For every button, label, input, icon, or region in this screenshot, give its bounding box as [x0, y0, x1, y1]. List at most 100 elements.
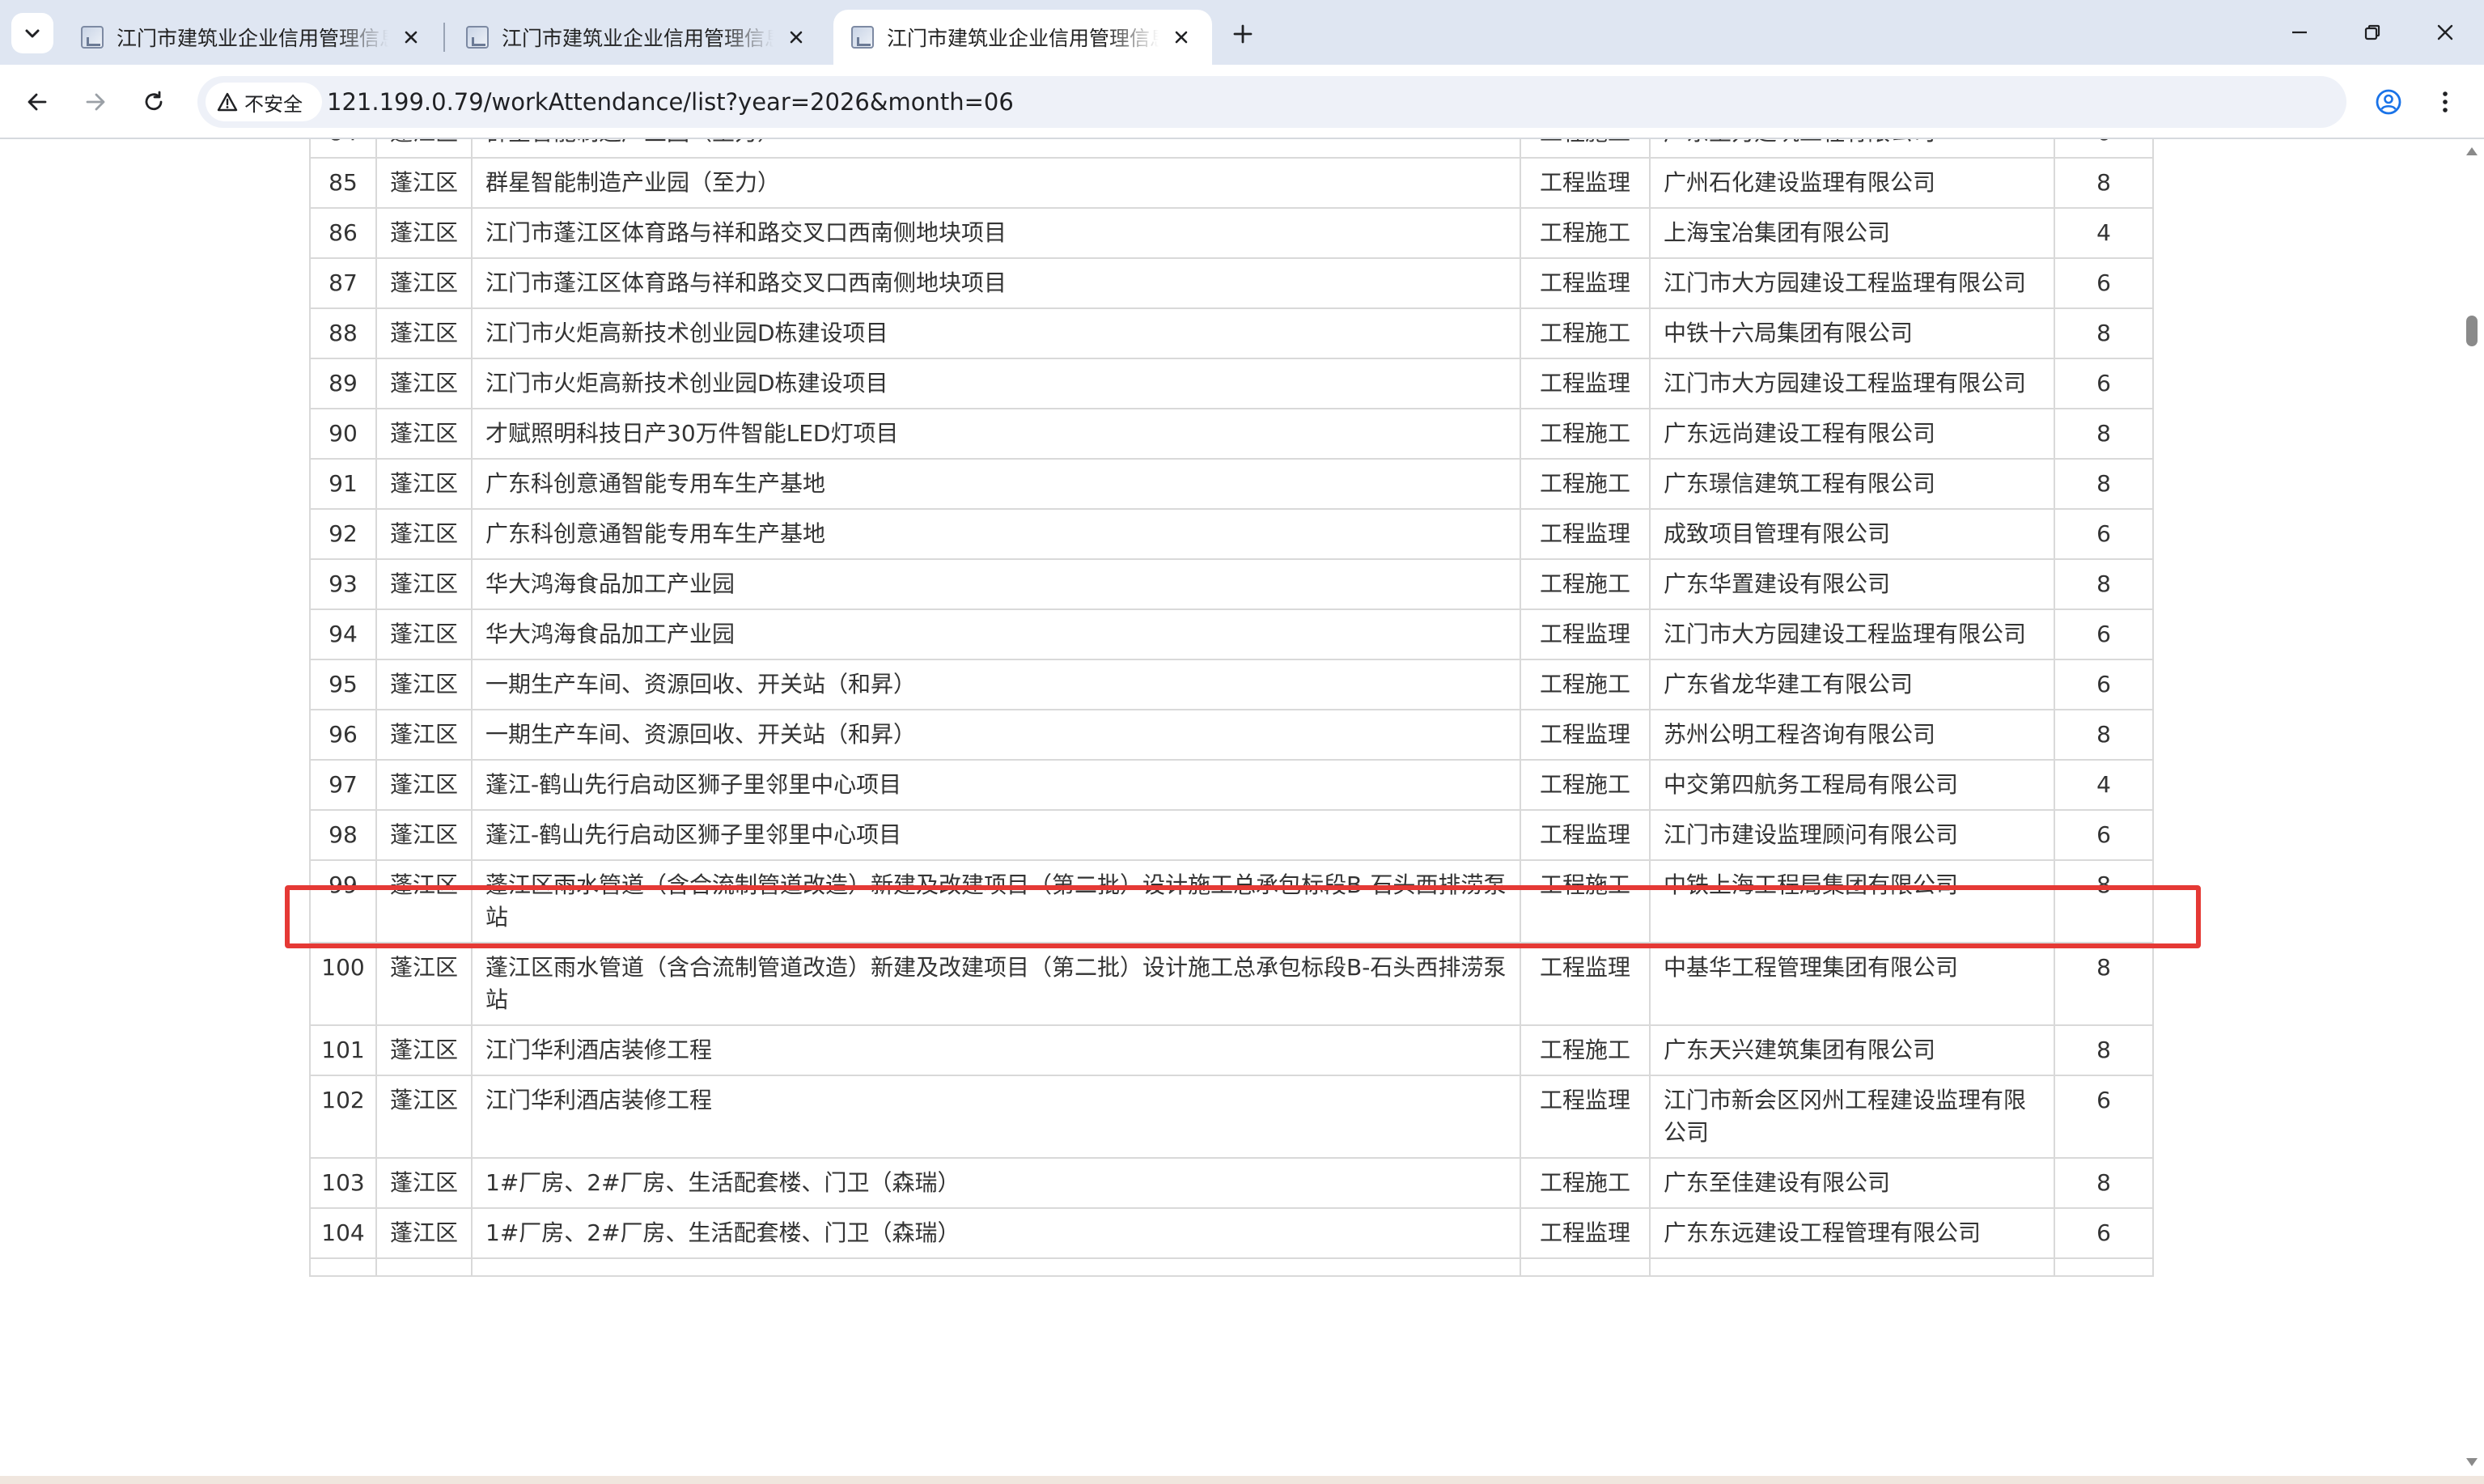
scroll-down-arrow-icon[interactable] [2465, 1455, 2479, 1469]
table-row: 98 蓬江区 蓬江-鹤山先行启动区狮子里邻里中心项目 工程监理 江门市建设监理顾问有限公… [309, 809, 2154, 861]
row-index: 102 [309, 1075, 377, 1159]
company-name-cell: 广东远尚建设工程有限公司 [1649, 408, 2055, 460]
close-tab-icon[interactable] [1168, 24, 1194, 50]
close-tab-icon[interactable] [398, 24, 424, 50]
row-index: 88 [309, 307, 377, 359]
row-index: 91 [309, 458, 377, 510]
work-type-cell: 工程监理 [1520, 942, 1651, 1026]
district-cell: 蓬江区 [375, 157, 473, 209]
minimize-button[interactable] [2280, 15, 2319, 50]
work-type-cell: 工程施工 [1520, 759, 1651, 811]
profile-button[interactable] [2369, 83, 2408, 121]
menu-button[interactable] [2426, 83, 2465, 121]
warning-icon [217, 92, 238, 112]
tab-separator [443, 23, 445, 52]
security-indicator[interactable]: 不安全 [206, 83, 322, 121]
attendance-count-cell: 8 [2054, 709, 2154, 761]
attendance-count-cell: 8 [2054, 157, 2154, 209]
project-name-cell: 群星智能制造产业园（至力） [471, 139, 1521, 159]
tab-strip: 江门市建筑业企业信用管理信息 江门市建筑业企业信用管理信息 江门市建筑业企业信用… [0, 0, 2484, 65]
row-index: 97 [309, 759, 377, 811]
table-row: 95 蓬江区 一期生产车间、资源回收、开关站（和昇） 工程施工 广东省龙华建工有限公司 6 [309, 659, 2154, 710]
district-cell: 蓬江区 [375, 709, 473, 761]
project-name-cell: 广东科创意通智能专用车生产基地 [471, 458, 1521, 510]
row-index: 98 [309, 809, 377, 861]
work-type-cell: 工程施工 [1520, 1157, 1651, 1209]
project-name-cell: 蓬江-鹤山先行启动区狮子里邻里中心项目 [471, 759, 1521, 811]
close-tab-icon[interactable] [783, 24, 809, 50]
project-name-cell: 一期生产车间、资源回收、开关站（和昇） [471, 709, 1521, 761]
company-name-cell: 中基华工程管理集团有限公司 [1649, 942, 2055, 1026]
row-index: 104 [309, 1207, 377, 1259]
url-text[interactable]: 121.199.0.79/workAttendance/list?year=20… [327, 76, 1014, 128]
attendance-count-cell: 6 [2054, 1075, 2154, 1159]
reload-icon [145, 91, 163, 111]
work-type-cell: 工程监理 [1520, 1075, 1651, 1159]
company-name-cell: 江门市大方园建设工程监理有限公司 [1649, 257, 2055, 309]
company-name-cell: 中铁十六局集团有限公司 [1649, 307, 2055, 359]
arrow-right-icon [86, 93, 105, 111]
tab-3-active[interactable]: 江门市建筑业企业信用管理信息 [833, 10, 1212, 65]
restore-icon [2364, 24, 2380, 40]
company-name-cell: 广东省龙华建工有限公司 [1649, 659, 2055, 710]
row-index: 89 [309, 358, 377, 409]
tab-1[interactable]: 江门市建筑业企业信用管理信息 [63, 10, 442, 65]
project-name-cell: 才赋照明科技日产30万件智能LED灯项目 [471, 408, 1521, 460]
district-cell: 蓬江区 [375, 1207, 473, 1259]
restore-button[interactable] [2353, 15, 2392, 50]
table-row: 100 蓬江区 蓬江区雨水管道（含合流制管道改造）新建及改建项目（第二批）设计施工总… [309, 942, 2154, 1026]
work-type-cell: 工程施工 [1520, 408, 1651, 460]
company-name-cell: 广州石化建设监理有限公司 [1649, 157, 2055, 209]
district-cell: 蓬江区 [375, 759, 473, 811]
work-type-cell: 工程监理 [1520, 257, 1651, 309]
table-row: 103 蓬江区 1#厂房、2#厂房、生活配套楼、门卫（森瑞） 工程施工 广东至佳建设有限… [309, 1157, 2154, 1209]
attendance-count-cell: 6 [2054, 809, 2154, 861]
attendance-count-cell: 6 [2054, 508, 2154, 560]
tab-title: 江门市建筑业企业信用管理信息 [502, 27, 774, 50]
project-name-cell: 蓬江区雨水管道（含合流制管道改造）新建及改建项目（第二批）设计施工总承包标段B-… [471, 859, 1521, 943]
attendance-count-cell: 8 [2054, 458, 2154, 510]
table-row: 92 蓬江区 广东科创意通智能专用车生产基地 工程监理 成致项目管理有限公司 6 [309, 508, 2154, 560]
company-name-cell: 广东华置建设有限公司 [1649, 558, 2055, 610]
security-label: 不安全 [244, 92, 303, 116]
company-name-cell: 广东璟信建筑工程有限公司 [1649, 458, 2055, 510]
project-name-cell: 江门市蓬江区体育路与祥和路交叉口西南侧地块项目 [471, 207, 1521, 259]
plus-icon [1233, 24, 1253, 44]
attendance-count-cell: 4 [2054, 759, 2154, 811]
more-vertical-icon [2443, 91, 2448, 112]
chevron-down-icon [25, 29, 40, 38]
reload-button[interactable] [134, 83, 173, 121]
district-cell: 蓬江区 [375, 307, 473, 359]
company-name-cell: 广东至佳建设有限公司 [1649, 1157, 2055, 1209]
scroll-up-arrow-icon[interactable] [2465, 144, 2479, 159]
district-cell: 蓬江区 [375, 608, 473, 660]
tab-2[interactable]: 江门市建筑业企业信用管理信息 [448, 10, 827, 65]
district-cell: 蓬江区 [375, 257, 473, 309]
project-name-cell: 群星智能制造产业园（至力） [471, 157, 1521, 209]
forward-button[interactable] [76, 83, 115, 121]
close-window-button[interactable] [2426, 15, 2465, 50]
work-type-cell: 工程施工 [1520, 859, 1651, 943]
back-button[interactable] [18, 83, 57, 121]
row-index: 90 [309, 408, 377, 460]
row-index: 86 [309, 207, 377, 259]
district-cell: 蓬江区 [375, 809, 473, 861]
attendance-count-cell: 6 [2054, 659, 2154, 710]
table-row: 104 蓬江区 1#厂房、2#厂房、生活配套楼、门卫（森瑞） 工程监理 广东东远建设工程… [309, 1207, 2154, 1259]
scrollbar-thumb[interactable] [2466, 316, 2478, 346]
project-name-cell: 1#厂房、2#厂房、生活配套楼、门卫（森瑞） [471, 1157, 1521, 1209]
attendance-count-cell [2054, 1257, 2154, 1277]
table-row: 84蓬江区群星智能制造产业园（至力）工程施工广东至力建筑工程有限公司6 [309, 139, 2154, 159]
company-name-cell [1649, 1257, 2055, 1277]
company-name-cell: 江门市新会区冈州工程建设监理有限公司 [1649, 1075, 2055, 1159]
row-index: 103 [309, 1157, 377, 1209]
tab-search-button[interactable] [11, 13, 53, 53]
project-name-cell: 江门华利酒店装修工程 [471, 1024, 1521, 1076]
row-index [309, 1257, 377, 1277]
district-cell: 蓬江区 [375, 659, 473, 710]
attendance-count-cell: 6 [2054, 358, 2154, 409]
new-tab-button[interactable] [1225, 16, 1261, 52]
table-row: 91 蓬江区 广东科创意通智能专用车生产基地 工程施工 广东璟信建筑工程有限公司 8 [309, 458, 2154, 510]
address-bar[interactable]: 不安全 121.199.0.79/workAttendance/list?yea… [197, 76, 2346, 128]
project-name-cell: 江门市火炬高新技术创业园D栋建设项目 [471, 358, 1521, 409]
